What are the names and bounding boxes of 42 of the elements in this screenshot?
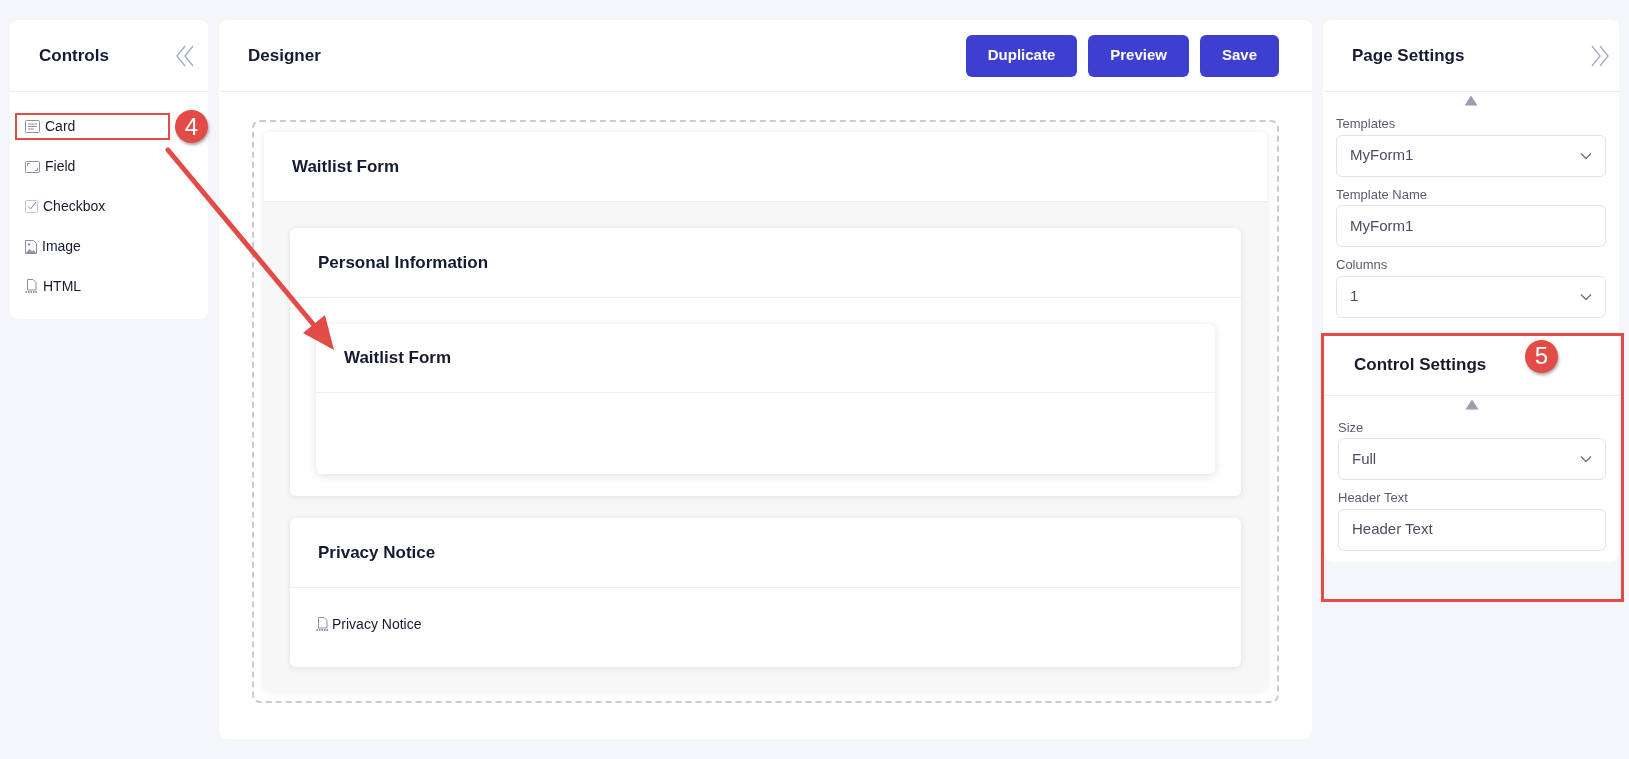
- field-label: Columns: [1336, 256, 1389, 274]
- field-label: Header Text: [1338, 489, 1409, 507]
- control-item[interactable]: Card: [15, 113, 170, 140]
- section-title: Personal Information: [318, 251, 489, 274]
- collapse-triangle-icon: [1464, 95, 1478, 106]
- text-input-field[interactable]: MyForm1: [1336, 205, 1606, 247]
- toolbar-button[interactable]: Save: [1199, 34, 1279, 77]
- collapse-right-icon[interactable]: [1591, 44, 1609, 67]
- step-badge: 4: [175, 110, 208, 143]
- panel-title: Controls: [39, 44, 109, 67]
- panel-title: Page Settings: [1352, 44, 1465, 67]
- html-file-icon: [316, 617, 329, 632]
- select-field[interactable]: 1: [1336, 275, 1606, 318]
- html-file-icon: [25, 279, 38, 294]
- toolbar-button[interactable]: Duplicate: [965, 34, 1078, 77]
- checkbox-icon: [25, 200, 38, 213]
- control-item[interactable]: HTML: [15, 273, 170, 300]
- section-title: Privacy Notice: [318, 541, 436, 564]
- chevron-down-icon: [1580, 151, 1592, 160]
- control-item[interactable]: Image: [15, 233, 170, 260]
- control-item[interactable]: Checkbox: [15, 193, 170, 220]
- card-title: Waitlist Form: [344, 347, 452, 370]
- toolbar-button[interactable]: Preview: [1088, 34, 1189, 77]
- chevron-down-icon: [1580, 292, 1592, 301]
- panel-title: Control Settings: [1354, 354, 1487, 377]
- field-label: Templates: [1336, 115, 1397, 133]
- panel-title: Designer: [248, 44, 321, 67]
- form-title: Waitlist Form: [292, 155, 400, 178]
- field-label: Size: [1338, 418, 1365, 437]
- card-icon: [25, 120, 40, 133]
- collapse-left-icon[interactable]: [176, 44, 194, 67]
- field-icon: [25, 160, 40, 173]
- control-item[interactable]: Field: [15, 153, 170, 180]
- image-icon: [25, 239, 37, 254]
- collapse-triangle-icon: [1465, 398, 1479, 410]
- step-badge: 5: [1525, 339, 1558, 373]
- field-label: Template Name: [1336, 185, 1429, 204]
- chevron-down-icon: [1580, 455, 1592, 463]
- text-input-field[interactable]: Header Text: [1338, 508, 1606, 551]
- select-field[interactable]: MyForm1: [1336, 134, 1606, 177]
- html-control-label: Privacy Notice: [332, 615, 422, 634]
- select-field[interactable]: Full: [1338, 438, 1606, 480]
